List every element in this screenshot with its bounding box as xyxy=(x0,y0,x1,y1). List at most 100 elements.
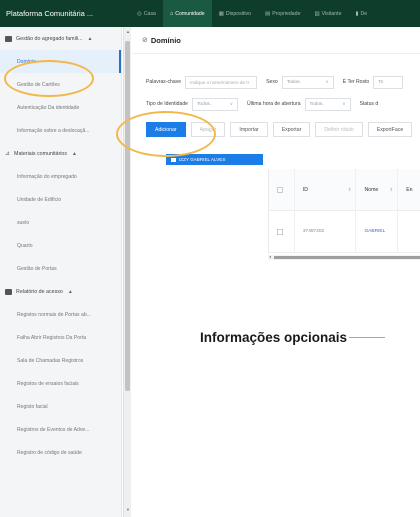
chevron-down-icon: ∨ xyxy=(342,101,346,106)
sidebar-item-sala-chamadas[interactable]: Sala de Chamadas Registros xyxy=(0,349,121,372)
table-scrollbar-thumb[interactable] xyxy=(274,256,420,259)
row-id: 37497202 xyxy=(302,229,325,234)
idtype-select-value: Todos. xyxy=(197,101,212,107)
nav-label: De xyxy=(360,10,368,17)
members-table: ID ⇕ Nome ⇕ En 37497202 GABRIEL xyxy=(268,169,420,253)
sort-icon[interactable]: ⇕ xyxy=(389,187,393,193)
nav-item-visitante[interactable]: ▥ Visitante xyxy=(307,0,348,27)
nav-item-comunidade[interactable]: ⌂ Comunidade xyxy=(162,0,212,27)
nav-label: Dispositivo xyxy=(225,10,251,17)
sidebar-item-edificio[interactable]: Unidade de Edifício xyxy=(0,188,121,211)
nav-item-propriedade[interactable]: ▤ Propriedade xyxy=(258,0,307,27)
person-card-icon xyxy=(171,157,176,162)
select-all-checkbox[interactable] xyxy=(277,186,283,193)
nav-label: Comunidade xyxy=(175,10,205,17)
add-button[interactable]: Adicionar xyxy=(146,122,186,137)
property-icon: ▤ xyxy=(264,10,271,17)
tree-node[interactable]: IZZY GABRIEL ALVES xyxy=(166,154,263,165)
annotation-text: Informações opcionais xyxy=(200,330,348,345)
scroll-left-icon[interactable]: ◂ xyxy=(269,254,271,259)
sidebar: Gestão do agregado famili... ▲ Domínio G… xyxy=(0,27,122,517)
sidebar-item-quarto[interactable]: Quarto xyxy=(0,234,121,257)
nav-label: Casa xyxy=(143,10,156,17)
lastopen-select[interactable]: Todos. ∨ xyxy=(304,97,351,111)
tree-node-label: IZZY GABRIEL ALVES xyxy=(179,157,226,162)
status-label: Status d xyxy=(359,101,379,107)
sidebar-item-deslocacao[interactable]: Informação sobre a deslocaçã... xyxy=(0,119,121,142)
report-icon xyxy=(5,288,12,295)
sidebar-group-household[interactable]: Gestão do agregado famili... ▲ xyxy=(0,27,121,50)
filter-panel: Palavras-chave Indique o nome/número de … xyxy=(146,75,412,119)
scroll-up-icon[interactable]: ▲ xyxy=(124,29,132,34)
sidebar-group-label: Materiais comunitários xyxy=(14,150,68,157)
nav-label: Propriedade xyxy=(272,10,301,17)
face-label: É Ter Rosto xyxy=(342,79,370,85)
sidebar-item-cartoes[interactable]: Gestão de Cartões xyxy=(0,73,121,96)
top-nav: ◎ Casa ⌂ Comunidade ▦ Dispositivo ▤ Prop… xyxy=(130,0,374,27)
sidebar-item-dominio[interactable]: Domínio xyxy=(0,50,121,73)
device-icon: ▦ xyxy=(218,10,224,17)
sidebar-scrollbar[interactable]: ▲ ▼ xyxy=(123,27,131,517)
nav-item-dispositivo[interactable]: ▦ Dispositivo xyxy=(212,0,258,27)
data-icon: ▮ xyxy=(355,10,359,17)
nav-item-de[interactable]: ▮ De xyxy=(348,0,374,27)
sidebar-item-ensaios-faciais[interactable]: Registos de ensaios faciais xyxy=(0,372,121,395)
keyword-input[interactable]: Indique o nome/número de tr xyxy=(185,75,258,89)
delete-button[interactable]: Apagar xyxy=(190,122,226,137)
page-title-icon: ⊘ xyxy=(142,37,148,44)
community-icon: ⌂ xyxy=(169,10,174,17)
sidebar-item-portas[interactable]: Gestão de Portas xyxy=(0,257,121,280)
nav-item-casa[interactable]: ◎ Casa xyxy=(130,0,163,27)
sidebar-item-registos-normais[interactable]: Registos normais de Portas ab... xyxy=(0,303,121,326)
top-bar: Plataforma Comunitária ... ◎ Casa ⌂ Comu… xyxy=(0,0,420,27)
export-face-button[interactable]: ExportFace xyxy=(367,122,413,137)
page-title: Domínio xyxy=(150,35,181,45)
set-label-button[interactable]: Definir rótulo xyxy=(315,122,363,137)
household-tree: IZZY GABRIEL ALVES xyxy=(166,154,263,165)
household-icon xyxy=(5,35,12,42)
chevron-down-icon: ∨ xyxy=(325,79,329,84)
lastopen-select-value: Todos. xyxy=(309,101,324,107)
main-content: ⊘ Domínio Palavras-chave Indique o nome/… xyxy=(132,27,420,517)
sidebar-item-autenticacao[interactable]: Autenticação Da identidade xyxy=(0,96,121,119)
sidebar-group-materials[interactable]: ⊿ Materiais comunitários ▲ xyxy=(0,142,121,165)
sidebar-group-report[interactable]: Relatório de acesso ▲ xyxy=(0,280,121,303)
keyword-label: Palavras-chave xyxy=(146,79,182,85)
lastopen-label: Última hora de abertura xyxy=(247,101,301,107)
table-row[interactable]: 37497202 GABRIEL xyxy=(269,211,420,253)
scroll-down-icon[interactable]: ▼ xyxy=(124,507,132,512)
chevron-down-icon: ∨ xyxy=(229,101,234,106)
sidebar-item-suelo[interactable]: suelo xyxy=(0,211,121,234)
idtype-label: Tipo de Identidade xyxy=(146,101,189,107)
row-checkbox[interactable] xyxy=(277,228,283,235)
sidebar-scrollbar-thumb[interactable] xyxy=(125,41,130,391)
materials-icon: ⊿ xyxy=(5,151,11,157)
table-header: ID ⇕ Nome ⇕ En xyxy=(269,169,420,211)
chevron-up-icon: ▲ xyxy=(67,288,73,295)
sidebar-item-empregado[interactable]: Informação do empregado xyxy=(0,165,121,188)
idtype-select[interactable]: Todos. ∨ xyxy=(192,97,239,111)
table-horizontal-scrollbar[interactable]: ◂ xyxy=(268,254,420,260)
sidebar-item-falha-abrir[interactable]: Falha Abrir Registros Da Porta xyxy=(0,326,121,349)
annotation-caption: Informações opcionais xyxy=(200,330,386,345)
sex-select-value: Todos. xyxy=(286,79,301,85)
sidebar-item-codigo-saude[interactable]: Registro de código de saúde xyxy=(0,441,121,464)
home-icon: ◎ xyxy=(137,10,142,17)
page-header: ⊘ Domínio xyxy=(132,27,420,54)
column-header-name: Nome xyxy=(364,186,379,193)
column-header-extra: En xyxy=(406,186,413,193)
sidebar-group-label: Gestão do agregado famili... xyxy=(16,35,83,42)
sex-label: Sexo xyxy=(266,79,278,85)
face-select[interactable]: To xyxy=(373,75,404,89)
row-name-link[interactable]: GABRIEL xyxy=(364,229,385,234)
sort-icon[interactable]: ⇕ xyxy=(348,187,352,193)
sidebar-item-eventos[interactable]: Registros de Eventos de Adve... xyxy=(0,418,121,441)
face-select-value: To xyxy=(378,79,384,85)
sex-select[interactable]: Todos. ∨ xyxy=(281,75,334,89)
visitor-icon: ▥ xyxy=(314,10,320,17)
export-button[interactable]: Exportar xyxy=(272,122,311,137)
sidebar-item-registo-facial[interactable]: Registo facial xyxy=(0,395,121,418)
import-button[interactable]: Importar xyxy=(230,122,268,137)
column-header-id: ID xyxy=(302,186,309,193)
annotation-line xyxy=(349,336,386,339)
